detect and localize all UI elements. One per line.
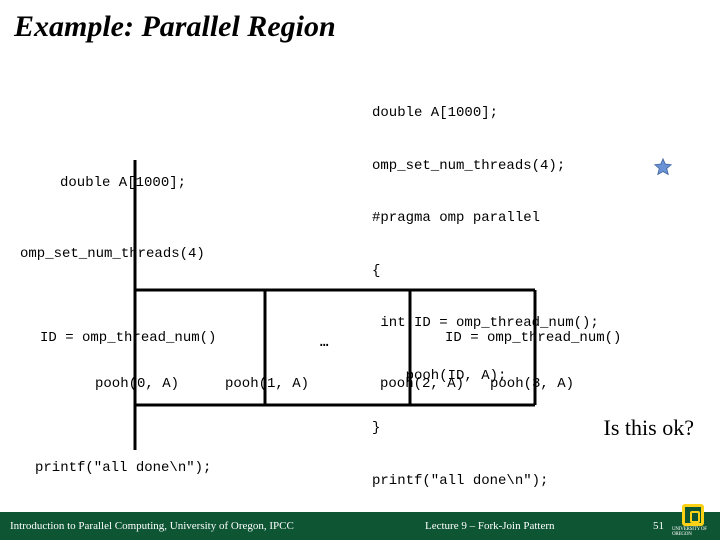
slide: Example: Parallel Region double A[1000];…: [0, 0, 720, 540]
content-area: double A[1000]; omp_set_num_threads(4); …: [0, 60, 720, 500]
footer-bar: Introduction to Parallel Computing, Univ…: [0, 512, 720, 540]
slide-title: Example: Parallel Region: [0, 0, 720, 50]
footer-page-number: 51: [653, 520, 664, 532]
star-icon: [654, 158, 672, 176]
diagram-printf-label: printf("all done\n");: [35, 460, 211, 476]
footer-left-text: Introduction to Parallel Computing, Univ…: [0, 520, 294, 532]
code-line: printf("all done\n");: [372, 473, 599, 491]
logo-caption: UNIVERSITY OF OREGON: [672, 527, 714, 537]
code-line: double A[1000];: [372, 105, 599, 123]
question-text: Is this ok?: [604, 415, 694, 441]
university-logo: UNIVERSITY OF OREGON: [672, 504, 714, 538]
fork-join-diagram: [110, 160, 610, 460]
footer-mid-text: Lecture 9 – Fork-Join Pattern: [425, 520, 555, 532]
oregon-o-icon: [682, 504, 704, 526]
